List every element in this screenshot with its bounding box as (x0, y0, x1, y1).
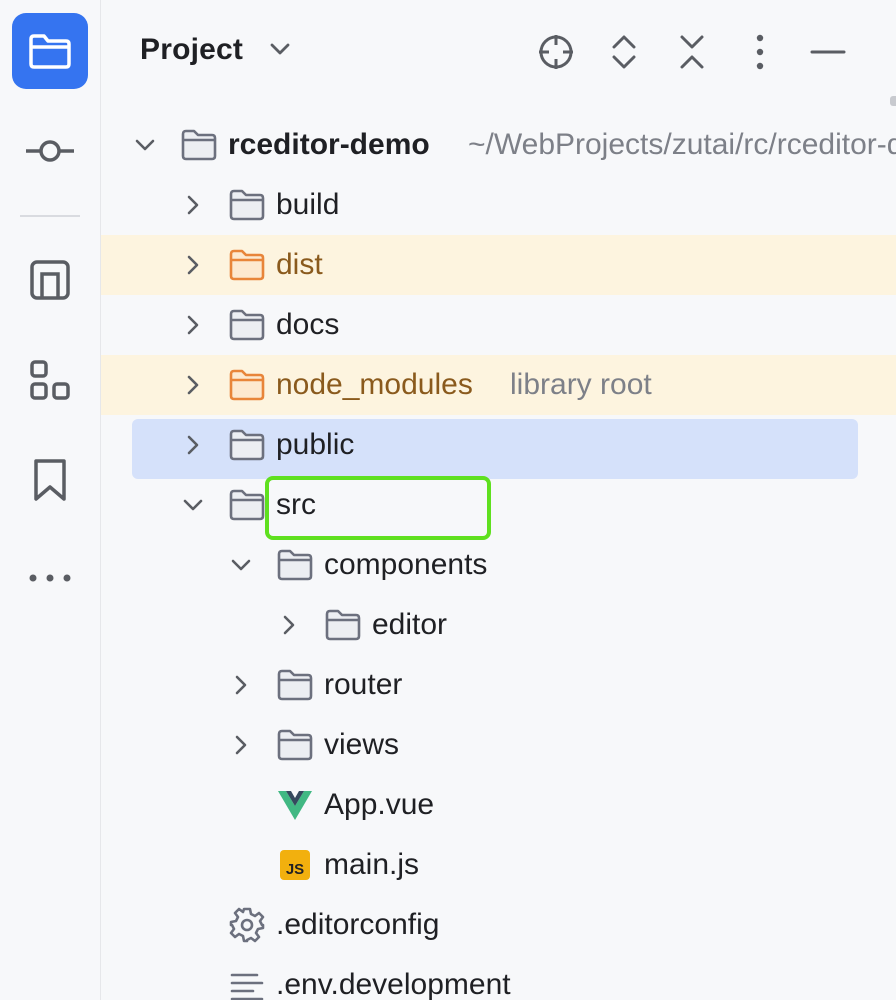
chevron-right-icon[interactable] (181, 433, 205, 457)
tree-row-dist[interactable]: dist (101, 235, 896, 295)
tree-row-components[interactable]: components (101, 535, 896, 595)
tree-item-label: views (324, 728, 400, 761)
project-panel: Project rceditor-demo ~/WebProjects/zuta… (101, 0, 896, 1000)
chevron-right-icon[interactable] (229, 733, 253, 757)
tree-item-label: .editorconfig (276, 908, 440, 941)
tree-item-path: ~/WebProjects/zutai/rc/rceditor-demo (468, 128, 896, 161)
chevron-right-icon[interactable] (181, 253, 205, 277)
tool-window-strip (0, 0, 101, 1000)
tree-item-label: rceditor-demo (228, 128, 430, 161)
commit-icon (26, 140, 74, 162)
tree-item-label: App.vue (324, 788, 435, 821)
expand-all-button[interactable] (602, 30, 646, 74)
panel-header: Project (101, 0, 896, 105)
chevron-down-icon[interactable] (269, 42, 291, 56)
chevron-down-icon[interactable] (133, 133, 157, 157)
folder-icon (229, 429, 265, 461)
tree-row-public[interactable]: public (101, 415, 896, 475)
folder-icon (181, 129, 217, 161)
library-folder-icon (229, 369, 265, 401)
tree-item-label: main.js (324, 848, 420, 881)
bookmark-icon (34, 459, 66, 501)
locate-icon (539, 35, 573, 69)
collapse-all-button[interactable] (670, 30, 714, 74)
chevron-right-icon[interactable] (277, 613, 301, 637)
gear-icon (229, 907, 265, 943)
more-icon (29, 574, 71, 582)
tree-item-label: router (324, 668, 403, 701)
chevron-right-icon[interactable] (229, 673, 253, 697)
commit-tool-button[interactable] (12, 113, 88, 189)
modules-icon (30, 360, 70, 400)
more-tools-button[interactable] (12, 540, 88, 616)
bookmarks-tool-button[interactable] (12, 442, 88, 518)
tree-row-src[interactable]: src (101, 475, 896, 535)
folder-icon (229, 489, 265, 521)
minimize-icon (810, 50, 846, 54)
tree-item-label: .env.development (276, 968, 511, 1000)
text-file-icon (230, 973, 264, 1000)
scrollbar-thumb[interactable] (890, 96, 896, 106)
expand-icon (612, 35, 636, 69)
more-vertical-icon (756, 34, 764, 70)
folder-icon (229, 309, 265, 341)
tree-row-root[interactable]: rceditor-demo ~/WebProjects/zutai/rc/rce… (101, 115, 896, 175)
tree-row-router[interactable]: router (101, 655, 896, 715)
project-tool-button[interactable] (12, 13, 88, 89)
folder-icon (29, 34, 71, 69)
tree-item-label: editor (372, 608, 448, 641)
tree-item-hint: library root (510, 368, 652, 401)
tree-row-editorconfig[interactable]: .editorconfig (101, 895, 896, 955)
folder-icon (325, 609, 361, 641)
collapse-icon (680, 35, 704, 69)
folder-icon (277, 549, 313, 581)
structure-icon (30, 260, 70, 300)
hide-panel-button[interactable] (806, 30, 850, 74)
chevron-down-icon[interactable] (181, 493, 205, 517)
js-file-icon: JS (275, 845, 315, 885)
tree-item-label: components (324, 548, 488, 581)
tree-row-editor[interactable]: editor (101, 595, 896, 655)
tree-item-label: docs (276, 308, 340, 341)
locate-button[interactable] (534, 30, 578, 74)
tree-row-node-modules[interactable]: node_modules library root (101, 355, 896, 415)
project-tree: rceditor-demo ~/WebProjects/zutai/rc/rce… (101, 115, 896, 1000)
structure-tool-button[interactable] (12, 242, 88, 318)
vue-file-icon (278, 791, 312, 820)
chevron-right-icon[interactable] (181, 373, 205, 397)
highlight-annotation (265, 476, 491, 540)
chevron-down-icon[interactable] (229, 553, 253, 577)
tree-item-label: dist (276, 248, 323, 281)
tree-item-label: build (276, 188, 340, 221)
tree-row-build[interactable]: build (101, 175, 896, 235)
tree-row-views[interactable]: views (101, 715, 896, 775)
tree-row-docs[interactable]: docs (101, 295, 896, 355)
plugins-tool-button[interactable] (12, 342, 88, 418)
tree-row-env-development[interactable]: .env.development (101, 955, 896, 1000)
tree-item-label: node_modules (276, 368, 473, 401)
tree-item-label: public (276, 428, 355, 461)
chevron-right-icon[interactable] (181, 313, 205, 337)
tree-row-main-js[interactable]: JS main.js (101, 835, 896, 895)
panel-title[interactable]: Project (140, 33, 243, 67)
folder-icon (277, 669, 313, 701)
folder-icon (229, 189, 265, 221)
chevron-right-icon[interactable] (181, 193, 205, 217)
options-button[interactable] (738, 30, 782, 74)
toolstrip-divider (20, 215, 80, 217)
tree-row-app-vue[interactable]: App.vue (101, 775, 896, 835)
excluded-folder-icon (229, 249, 265, 281)
js-badge: JS (280, 850, 310, 880)
folder-icon (277, 729, 313, 761)
